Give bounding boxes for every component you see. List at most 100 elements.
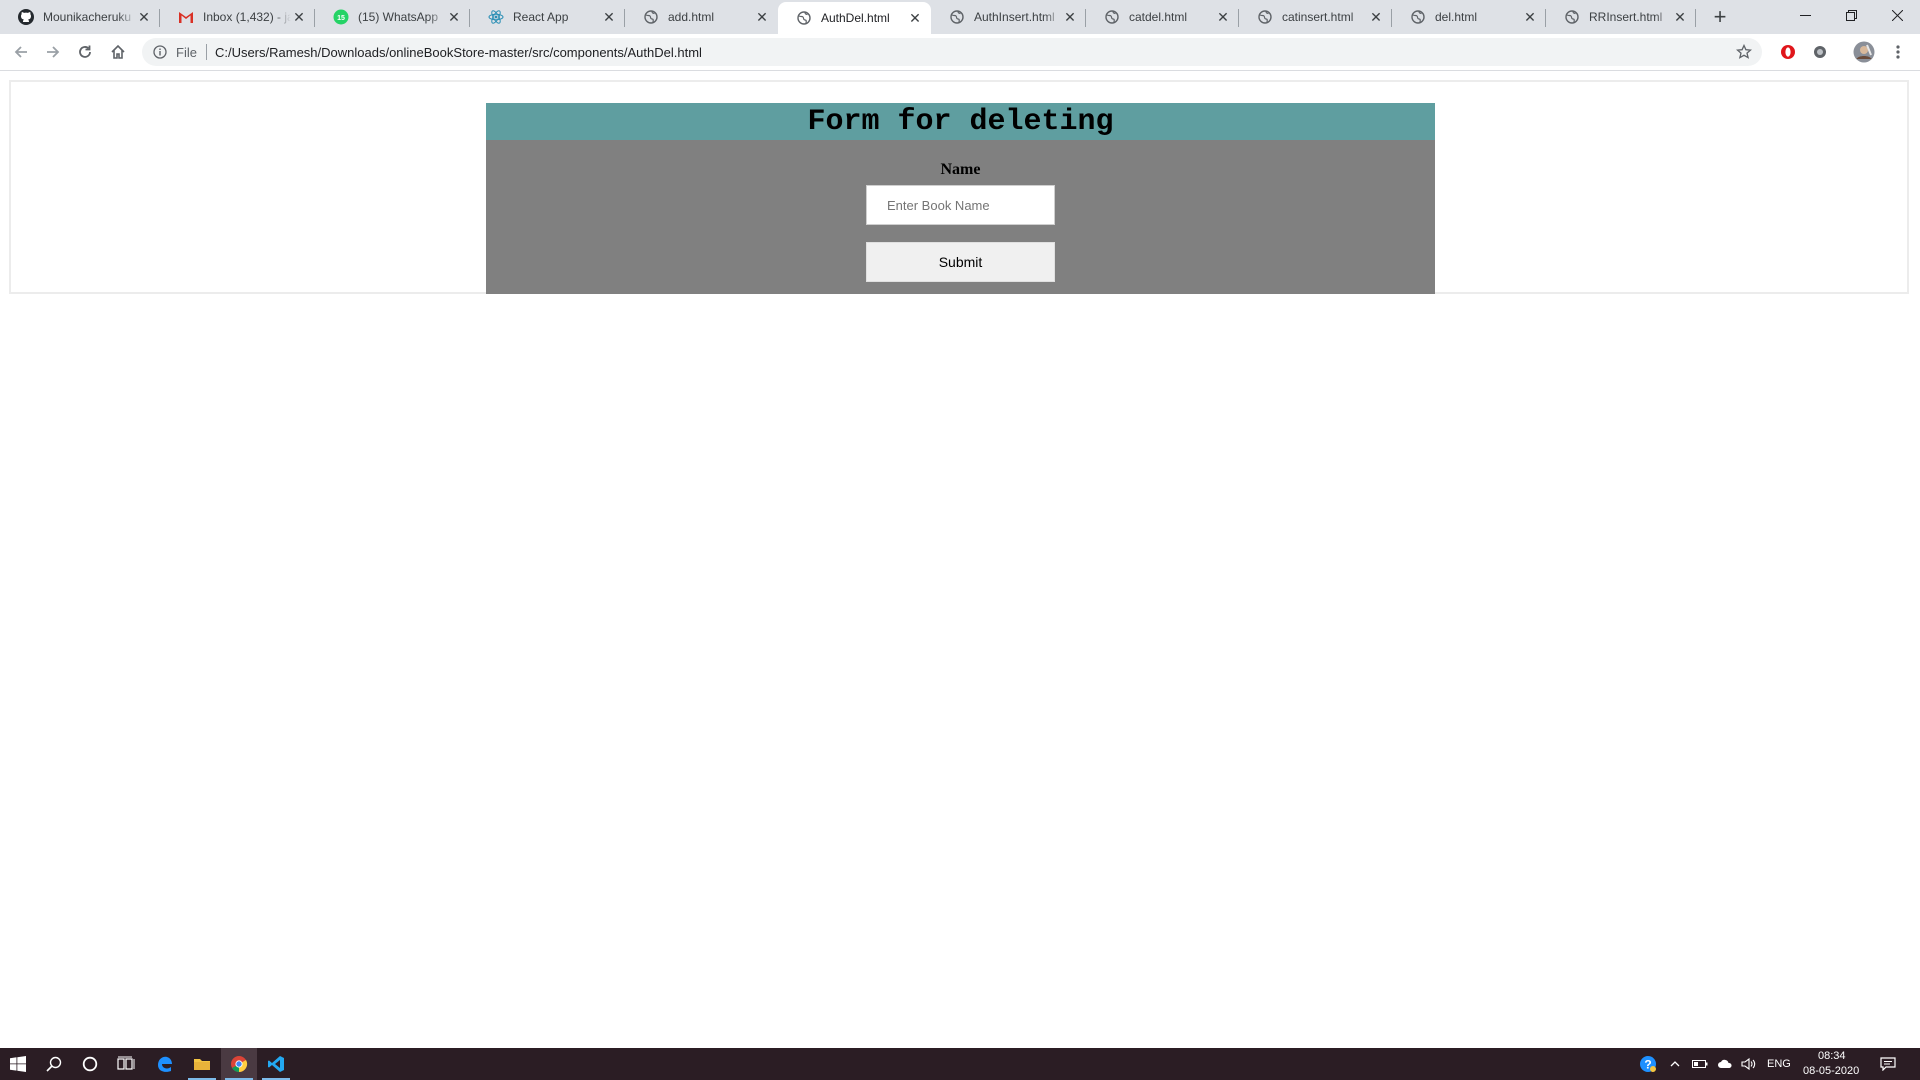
close-tab-icon[interactable]: ✕ (1062, 9, 1078, 25)
reload-button[interactable] (71, 38, 99, 66)
show-hidden-icons-button[interactable] (1663, 1048, 1687, 1080)
browser-tab-strip: Mounikacheruku ✕ Inbox (1,432) - ja ✕ 15… (0, 0, 1920, 34)
forward-button[interactable] (39, 38, 67, 66)
tab-title: del.html (1435, 10, 1478, 24)
cortana-button[interactable] (72, 1048, 108, 1080)
globe-icon (1564, 9, 1580, 25)
action-center-button[interactable] (1870, 1048, 1906, 1080)
tab-catdel-html[interactable]: catdel.html ✕ (1086, 0, 1239, 34)
scheme-label: File (176, 44, 197, 60)
search-button[interactable] (36, 1048, 72, 1080)
battery-tray-icon[interactable] (1688, 1048, 1712, 1080)
tab-whatsapp[interactable]: 15 (15) WhatsApp ✕ (315, 0, 470, 34)
extension-button[interactable] (1806, 38, 1834, 66)
close-tab-icon[interactable]: ✕ (601, 9, 617, 25)
windows-taskbar: ? ENG 08:34 08-05-2020 (0, 1048, 1920, 1080)
globe-icon (949, 9, 965, 25)
profile-avatar-button[interactable] (1850, 38, 1878, 66)
close-tab-icon[interactable]: ✕ (1368, 9, 1384, 25)
opera-icon (1781, 45, 1795, 59)
new-tab-button[interactable]: + (1706, 4, 1734, 30)
bookmark-star-icon[interactable] (1736, 44, 1752, 60)
back-arrow-icon (14, 46, 27, 58)
home-button[interactable] (104, 38, 132, 66)
tab-title: Inbox (1,432) - ja (203, 10, 291, 24)
reload-icon (79, 45, 91, 58)
close-tab-icon[interactable]: ✕ (446, 9, 462, 25)
whatsapp-icon: 15 (333, 9, 349, 25)
home-icon (111, 44, 125, 59)
restore-button[interactable] (1828, 0, 1874, 30)
globe-icon (1410, 9, 1426, 25)
tab-gmail[interactable]: Inbox (1,432) - ja ✕ (160, 0, 315, 34)
tab-title: (15) WhatsApp (358, 10, 439, 24)
close-tab-icon[interactable]: ✕ (291, 9, 307, 25)
taskbar-vscode[interactable] (258, 1048, 294, 1080)
form-title: Form for deleting (807, 104, 1114, 139)
tab-authinsert-html[interactable]: AuthInsert.html ✕ (931, 0, 1086, 34)
clock-date[interactable]: 08-05-2020 (1803, 1065, 1859, 1077)
gmail-icon (178, 9, 194, 25)
tab-del-html[interactable]: del.html ✕ (1392, 0, 1546, 34)
cloud-icon (1718, 1059, 1732, 1068)
start-button[interactable] (0, 1048, 36, 1080)
submit-button[interactable]: Submit (866, 242, 1055, 282)
cortana-circle-icon (82, 1056, 98, 1072)
back-button[interactable] (7, 38, 35, 66)
close-tab-icon[interactable]: ✕ (1215, 9, 1231, 25)
forward-arrow-icon (47, 46, 60, 58)
task-view-icon (117, 1056, 135, 1070)
name-label: Name (940, 161, 981, 178)
notification-icon (1880, 1057, 1896, 1071)
react-icon (488, 9, 504, 25)
taskbar-file-explorer[interactable] (184, 1048, 220, 1080)
tab-authdel-html[interactable]: AuthDel.html ✕ (778, 2, 931, 34)
globe-icon (796, 10, 812, 26)
tab-github[interactable]: Mounikacheruku ✕ (0, 0, 160, 34)
windows-logo-icon (10, 1056, 26, 1072)
clock-time[interactable]: 08:34 (1818, 1050, 1846, 1062)
language-indicator[interactable]: ENG (1767, 1058, 1791, 1070)
extension-icon (1814, 46, 1826, 58)
book-name-input[interactable] (866, 185, 1055, 225)
close-tab-icon[interactable]: ✕ (1672, 9, 1688, 25)
tab-title: add.html (668, 10, 715, 24)
form-header: Form for deleting (486, 103, 1435, 140)
tab-title: AuthDel.html (821, 11, 890, 25)
close-tab-icon[interactable]: ✕ (754, 9, 770, 25)
tab-title: AuthInsert.html (974, 10, 1055, 24)
address-bar[interactable]: File C:/Users/Ramesh/Downloads/onlineBoo… (142, 38, 1762, 66)
minimize-button[interactable] (1782, 0, 1828, 30)
close-tab-icon[interactable]: ✕ (1522, 9, 1538, 25)
taskbar-chrome[interactable] (221, 1048, 257, 1080)
close-tab-icon[interactable]: ✕ (907, 10, 923, 26)
folder-icon (194, 1059, 210, 1070)
browser-toolbar: File C:/Users/Ramesh/Downloads/onlineBoo… (0, 34, 1920, 71)
taskbar-edge[interactable] (147, 1048, 183, 1080)
task-view-button[interactable] (108, 1048, 144, 1080)
globe-icon (1257, 9, 1273, 25)
close-window-button[interactable] (1874, 0, 1920, 30)
help-icon: ? (1640, 1056, 1656, 1072)
opera-extension-button[interactable] (1774, 38, 1802, 66)
svg-text:15: 15 (337, 15, 345, 22)
tab-title: catinsert.html (1282, 10, 1354, 24)
help-tray-icon[interactable]: ? (1634, 1048, 1662, 1080)
onedrive-tray-icon[interactable] (1713, 1048, 1737, 1080)
divider (205, 44, 207, 60)
globe-icon (643, 9, 659, 25)
tab-react-app[interactable]: React App ✕ (470, 0, 625, 34)
tab-catinsert-html[interactable]: catinsert.html ✕ (1239, 0, 1392, 34)
url-text[interactable]: C:/Users/Ramesh/Downloads/onlineBookStor… (215, 45, 702, 60)
battery-icon (1692, 1060, 1708, 1068)
tab-rrinsert-html[interactable]: RRInsert.html ✕ (1546, 0, 1696, 34)
tab-add-html[interactable]: add.html ✕ (625, 0, 778, 34)
volume-tray-icon[interactable] (1737, 1048, 1761, 1080)
menu-button[interactable] (1884, 38, 1912, 66)
chrome-icon (231, 1056, 248, 1073)
info-icon[interactable] (152, 44, 168, 60)
close-tab-icon[interactable]: ✕ (136, 9, 152, 25)
speaker-icon (1741, 1057, 1756, 1071)
search-icon (46, 1056, 62, 1072)
tab-title: React App (513, 10, 569, 24)
